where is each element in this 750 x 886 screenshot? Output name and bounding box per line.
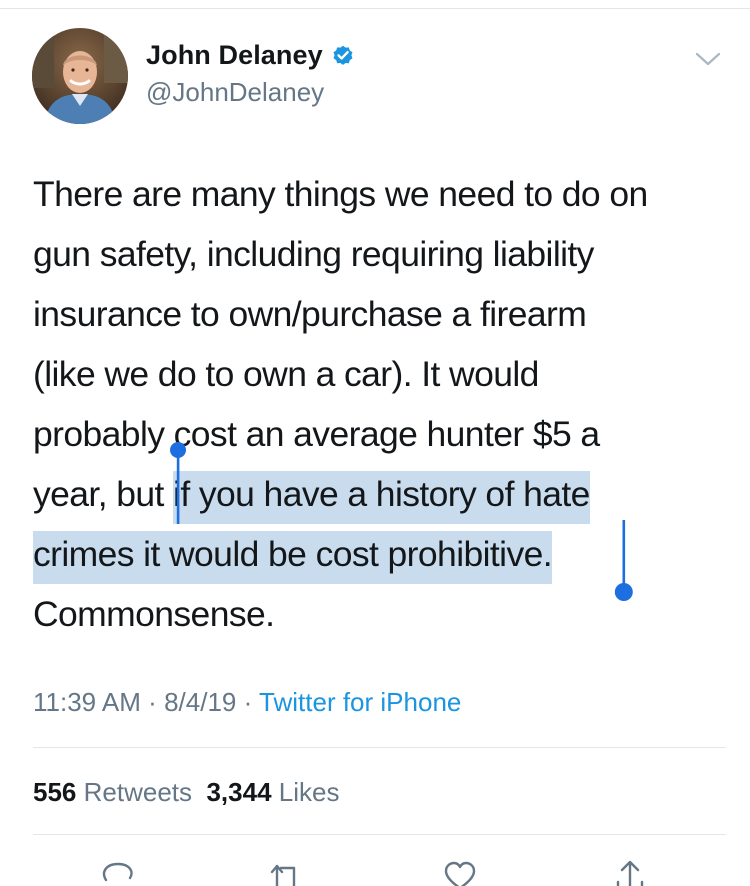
like-icon[interactable] xyxy=(440,858,480,886)
retweets-count: 556 xyxy=(33,777,77,807)
tweet-text-unselected: year, but xyxy=(33,474,174,514)
retweets-stat[interactable]: 556 Retweets xyxy=(33,777,192,807)
display-name[interactable]: John Delaney xyxy=(146,40,323,71)
author-block[interactable]: John Delaney @JohnDelaney xyxy=(146,36,355,110)
tweet-line: There are many things we need to do on xyxy=(33,174,648,214)
divider xyxy=(33,747,726,748)
likes-label: Likes xyxy=(278,777,340,807)
name-row: John Delaney xyxy=(146,36,355,74)
meta-separator: · xyxy=(148,687,157,717)
tweet-line: insurance to own/purchase a firearm xyxy=(33,294,587,334)
tweet-detail-page: John Delaney @JohnDelaney There are many… xyxy=(0,0,750,886)
chevron-down-icon[interactable] xyxy=(694,48,722,70)
reply-icon[interactable] xyxy=(98,858,138,886)
selected-text[interactable]: crimes it would be cost prohibitive. xyxy=(33,531,553,584)
retweet-icon[interactable] xyxy=(266,858,306,886)
selected-text[interactable]: if you have a history of hate xyxy=(173,471,590,524)
selection-start-handle[interactable] xyxy=(168,440,188,526)
tweet-date[interactable]: 8/4/19 xyxy=(164,687,236,717)
tweet-line: gun safety, including requiring liabilit… xyxy=(33,234,594,274)
engagement-stats: 556 Retweets 3,344 Likes xyxy=(33,774,339,810)
profile-photo-icon xyxy=(32,28,128,124)
selection-end-handle[interactable] xyxy=(612,518,636,606)
likes-count: 3,344 xyxy=(206,777,272,807)
tweet-meta: 11:39 AM · 8/4/19 · Twitter for iPhone xyxy=(33,684,461,720)
retweets-label: Retweets xyxy=(83,777,193,807)
user-handle[interactable]: @JohnDelaney xyxy=(146,74,355,110)
share-icon[interactable] xyxy=(610,858,650,886)
top-divider xyxy=(0,8,750,9)
tweet-time[interactable]: 11:39 AM xyxy=(33,687,141,717)
verified-badge-icon xyxy=(331,43,355,67)
tweet-line: year, but if you have a history of hate xyxy=(33,464,723,524)
divider xyxy=(33,834,726,835)
source-link[interactable]: Twitter for iPhone xyxy=(259,687,461,717)
likes-stat[interactable]: 3,344 Likes xyxy=(206,777,339,807)
avatar[interactable] xyxy=(32,28,128,124)
meta-separator: · xyxy=(243,687,253,717)
tweet-line: (like we do to own a car). It would xyxy=(33,354,539,394)
tweet-line: probably cost an average hunter $5 a xyxy=(33,414,600,454)
